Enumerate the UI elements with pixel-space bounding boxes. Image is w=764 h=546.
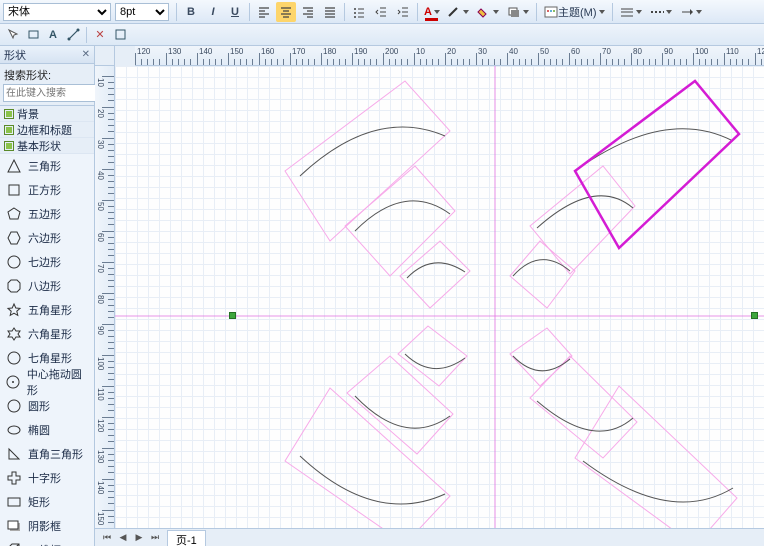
shape-shadow-box[interactable]: 阴影框 (0, 514, 94, 538)
circle-icon (5, 397, 23, 415)
shape-list[interactable]: 三角形 正方形 五边形 六边形 七边形 八边形 五角星形 六角星形 七角星形 中… (0, 154, 94, 546)
shapes-panel: 形状 ✕ 搜索形状: → 背景 边框和标题 基本形状 三角形 正方形 五边形 六… (0, 46, 95, 546)
shadow-button[interactable] (504, 2, 532, 22)
page-tab-1[interactable]: 页-1 (167, 530, 206, 546)
increase-indent-button[interactable] (393, 2, 413, 22)
line-weight-button[interactable] (617, 2, 645, 22)
tab-last[interactable]: ⏭ (148, 531, 162, 545)
drawing-shapes[interactable] (115, 66, 764, 528)
theme-button[interactable]: 主题(M) (540, 2, 609, 22)
triangle-icon (5, 157, 23, 175)
shape-right-triangle[interactable]: 直角三角形 (0, 442, 94, 466)
horizontal-ruler[interactable]: 1201301401501601701801902001020304050607… (135, 46, 764, 66)
shape-triangle[interactable]: 三角形 (0, 154, 94, 178)
align-justify-button[interactable] (320, 2, 340, 22)
fill-color-button[interactable] (474, 2, 502, 22)
shape-octagon[interactable]: 八边形 (0, 274, 94, 298)
square-icon (5, 181, 23, 199)
heptagon-icon (5, 253, 23, 271)
octagon-icon (5, 277, 23, 295)
category-icon (4, 141, 14, 151)
shape-star6[interactable]: 六角星形 (0, 322, 94, 346)
text-tool[interactable]: A (44, 26, 62, 44)
hexagon-icon (5, 229, 23, 247)
bullet-list-button[interactable] (349, 2, 369, 22)
panel-close-button[interactable]: ✕ (82, 49, 90, 60)
decrease-indent-button[interactable] (371, 2, 391, 22)
category-basic-shapes[interactable]: 基本形状 (0, 138, 94, 154)
format-toolbar: 宋体 8pt B I U A (0, 0, 764, 24)
theme-label: 主题(M) (558, 4, 597, 20)
align-center-button[interactable] (276, 2, 296, 22)
tab-prev[interactable]: ◀ (116, 531, 130, 545)
underline-button[interactable]: U (225, 2, 245, 22)
page-tabs-bar: ⏮ ◀ ▶ ⏭ 页-1 (95, 528, 764, 546)
shape-rectangle[interactable]: 矩形 (0, 490, 94, 514)
shape-star5[interactable]: 五角星形 (0, 298, 94, 322)
shape-ellipse[interactable]: 椭圆 (0, 418, 94, 442)
category-icon (4, 125, 14, 135)
pentagon-icon (5, 205, 23, 223)
selection-handle-left[interactable] (229, 312, 236, 319)
selection-handle-right[interactable] (751, 312, 758, 319)
line-dash-button[interactable] (647, 2, 675, 22)
main-area: 形状 ✕ 搜索形状: → 背景 边框和标题 基本形状 三角形 正方形 五边形 六… (0, 46, 764, 546)
selected-shape[interactable] (575, 81, 739, 248)
align-left-button[interactable] (254, 2, 274, 22)
line-color-button[interactable] (444, 2, 472, 22)
font-select[interactable]: 宋体 (3, 3, 111, 21)
font-size-select[interactable]: 8pt (115, 3, 169, 21)
category-icon (4, 109, 14, 119)
tab-first[interactable]: ⏮ (100, 531, 114, 545)
rectangle-icon (5, 493, 23, 511)
shape-heptagon[interactable]: 七边形 (0, 250, 94, 274)
shape-hexagon[interactable]: 六边形 (0, 226, 94, 250)
font-color-button[interactable]: A (422, 2, 442, 22)
shape-3d-box[interactable]: 三维框 (0, 538, 94, 546)
connector-tool[interactable] (64, 26, 82, 44)
tab-next[interactable]: ▶ (132, 531, 146, 545)
line-ends-button[interactable] (677, 2, 705, 22)
shadow-box-icon (5, 517, 23, 535)
align-right-button[interactable] (298, 2, 318, 22)
bold-button[interactable]: B (181, 2, 201, 22)
theme-icon (544, 6, 558, 18)
star5-icon (5, 301, 23, 319)
ellipse-icon (5, 421, 23, 439)
cross-icon (5, 469, 23, 487)
right-triangle-icon (5, 445, 23, 463)
shape-center-drag-circle[interactable]: 中心拖动圆形 (0, 370, 94, 394)
shape-pentagon[interactable]: 五边形 (0, 202, 94, 226)
panel-title: 形状 (4, 47, 26, 63)
panel-header: 形状 ✕ (0, 46, 94, 64)
ruler-corner (95, 46, 115, 66)
category-background[interactable]: 背景 (0, 106, 94, 122)
shape-square[interactable]: 正方形 (0, 178, 94, 202)
box3d-icon (5, 541, 23, 546)
close-side-button[interactable]: ✕ (91, 26, 109, 44)
shape-cross[interactable]: 十字形 (0, 466, 94, 490)
ruler-row: 1201301401501601701801902001020304050607… (95, 46, 764, 66)
more-tool[interactable] (111, 26, 129, 44)
rect-tool[interactable] (24, 26, 42, 44)
search-label: 搜索形状: (0, 64, 94, 84)
category-list: 背景 边框和标题 基本形状 (0, 105, 94, 154)
italic-button[interactable]: I (203, 2, 223, 22)
canvas-area: 1201301401501601701801902001020304050607… (95, 46, 764, 546)
star6-icon (5, 325, 23, 343)
category-borders[interactable]: 边框和标题 (0, 122, 94, 138)
pointer-tool[interactable] (4, 26, 22, 44)
star7-icon (5, 349, 23, 367)
circle-center-icon (5, 373, 22, 391)
drawing-toolbar: A ✕ (0, 24, 764, 46)
drawing-canvas[interactable] (115, 66, 764, 528)
vertical-ruler[interactable]: 102030405060708090100110120130140150 (95, 66, 115, 528)
